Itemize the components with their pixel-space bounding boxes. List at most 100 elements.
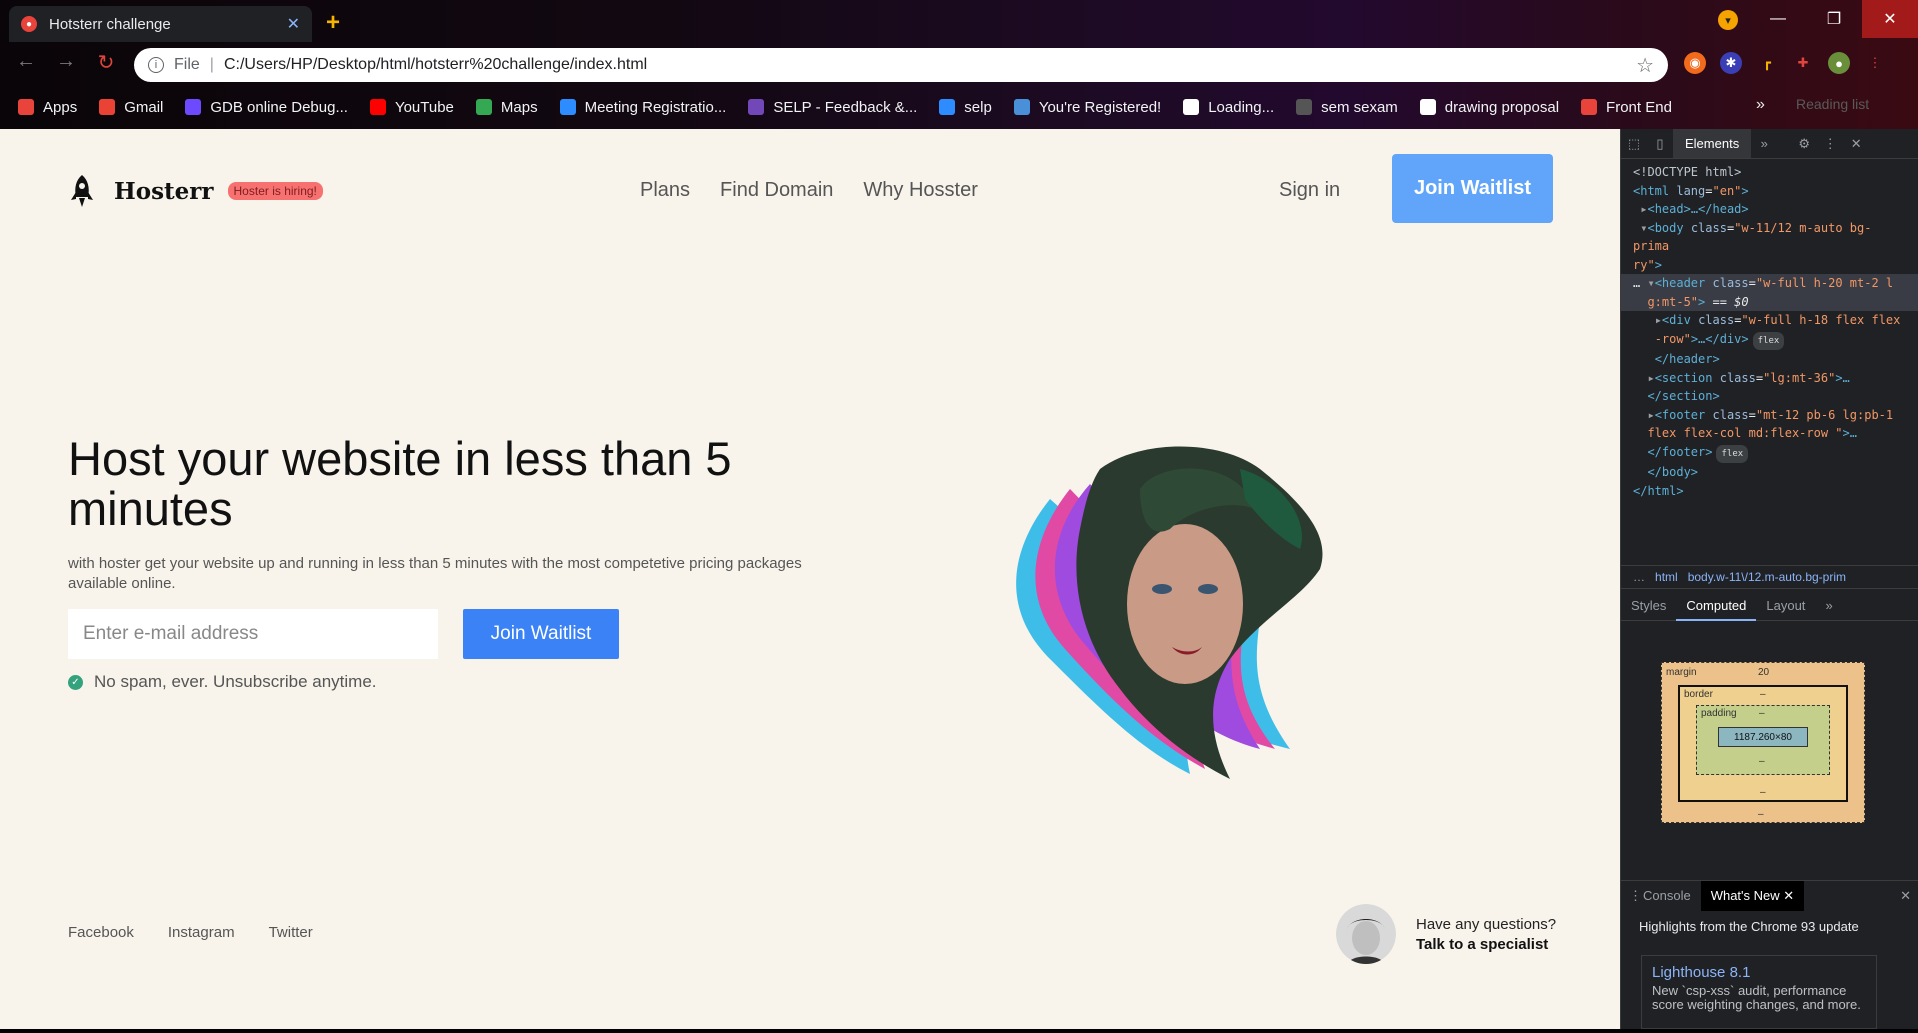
margin-top-value[interactable]: 20 xyxy=(1758,667,1769,678)
breadcrumb-body[interactable]: body.w-11\/12.m-auto.bg-prim xyxy=(1688,570,1846,584)
bookmark-item[interactable]: You're Registered! xyxy=(1013,99,1161,116)
window-close-icon[interactable]: ✕ xyxy=(1862,0,1918,38)
bookmark-item[interactable]: Front End xyxy=(1581,99,1672,116)
bookmark-item[interactable]: Loading... xyxy=(1183,99,1274,116)
padding-bottom-value[interactable]: – xyxy=(1759,756,1765,767)
drawer-close-icon[interactable]: ✕ xyxy=(1900,888,1911,904)
reading-list[interactable]: Reading list xyxy=(1796,96,1869,112)
question-text: Have any questions? xyxy=(1416,915,1557,933)
dom-line[interactable]: ▸<footer class="mt-12 pb-6 lg:pb-1 xyxy=(1633,406,1906,425)
dom-line[interactable]: </section> xyxy=(1633,387,1906,406)
new-tab-icon[interactable]: + xyxy=(326,9,340,37)
talk-specialist-text[interactable]: Talk to a specialist xyxy=(1416,936,1556,953)
settings-gear-icon[interactable]: ⚙ xyxy=(1791,136,1817,152)
bookmark-item[interactable]: SELP - Feedback &... xyxy=(748,99,917,116)
lighthouse-card[interactable]: Lighthouse 8.1 New `csp-xss` audit, perf… xyxy=(1641,955,1877,1029)
join-waitlist-button[interactable]: Join Waitlist xyxy=(463,609,619,659)
devtools-close-icon[interactable]: ✕ xyxy=(1843,136,1869,152)
avatar-icon xyxy=(1296,99,1313,115)
devtools-breadcrumb: … html body.w-11\/12.m-auto.bg-prim xyxy=(1621,565,1918,589)
tab-whats-new[interactable]: What's New ✕ xyxy=(1700,880,1805,911)
dom-line[interactable]: <html lang="en"> xyxy=(1633,182,1906,201)
minimize-icon[interactable]: — xyxy=(1750,0,1806,38)
extensions-puzzle-icon[interactable]: ✚ xyxy=(1792,52,1814,74)
device-toolbar-icon[interactable]: ▯ xyxy=(1647,136,1673,152)
url-text[interactable]: C:/Users/HP/Desktop/html/hotsterr%20chal… xyxy=(224,56,1636,74)
browser-tab[interactable]: ● Hotsterr challenge ✕ xyxy=(9,6,312,42)
extension-orange-icon[interactable]: ◉ xyxy=(1684,52,1706,74)
dom-line[interactable]: -row">…</div> flex xyxy=(1633,330,1906,350)
bookmark-item[interactable]: GDB online Debug... xyxy=(185,99,348,116)
nav-plans[interactable]: Plans xyxy=(640,179,690,202)
bookmark-item[interactable]: YouTube xyxy=(369,99,454,116)
more-tabs-icon[interactable]: » xyxy=(1751,136,1777,151)
devtools-menu-icon[interactable]: ⋮ xyxy=(1817,136,1843,152)
inspect-element-icon[interactable]: ⬚ xyxy=(1621,136,1647,152)
facebook-link[interactable]: Facebook xyxy=(68,924,134,941)
dom-line[interactable]: </html> xyxy=(1633,482,1906,501)
more-bookmarks-icon[interactable]: » xyxy=(1756,96,1765,114)
dom-line[interactable]: </header> xyxy=(1633,350,1906,369)
chrome-favicon-icon: ● xyxy=(21,16,37,32)
talk-to-specialist[interactable]: Have any questions? Talk to a specialist xyxy=(1336,904,1556,964)
back-arrow-icon[interactable]: ← xyxy=(6,50,46,73)
tab-layout[interactable]: Layout xyxy=(1756,598,1815,613)
close-tab-icon[interactable]: ✕ xyxy=(287,14,300,34)
dom-line[interactable]: ▾<body class="w-11/12 m-auto bg-prima xyxy=(1633,219,1906,256)
margin-bottom-value[interactable]: – xyxy=(1758,809,1764,820)
browser-menu-icon[interactable]: ⋮ xyxy=(1864,52,1886,74)
dom-line[interactable]: ▸<head>…</head> xyxy=(1633,200,1906,219)
bookmark-item[interactable]: selp xyxy=(939,99,992,116)
tab-title: Hotsterr challenge xyxy=(49,15,171,33)
bookmark-star-icon[interactable]: ☆ xyxy=(1636,53,1654,78)
dom-line-selected[interactable]: … ▾<header class="w-full h-20 mt-2 l xyxy=(1621,274,1918,293)
bookmark-label: drawing proposal xyxy=(1444,98,1560,116)
extension-badge-icon[interactable]: ✱ xyxy=(1720,52,1742,74)
email-input[interactable] xyxy=(68,609,438,659)
forward-arrow-icon[interactable]: → xyxy=(46,50,86,73)
dom-line[interactable]: ▸<section class="lg:mt-36">… xyxy=(1633,369,1906,388)
logo[interactable]: Hosterr Hoster is hiring! xyxy=(68,174,323,208)
dom-line[interactable]: ry"> xyxy=(1633,256,1906,275)
bookmark-item[interactable]: Meeting Registratio... xyxy=(559,99,726,116)
dom-line-selected[interactable]: g:mt-5"> == $0 xyxy=(1621,292,1918,311)
sign-in-link[interactable]: Sign in xyxy=(1279,179,1340,202)
nav-why-hosster[interactable]: Why Hosster xyxy=(863,179,977,202)
site-info-icon[interactable]: i xyxy=(148,57,164,73)
reload-icon[interactable]: ↻ xyxy=(86,50,126,75)
twitter-link[interactable]: Twitter xyxy=(269,924,313,941)
hiring-badge[interactable]: Hoster is hiring! xyxy=(227,182,323,200)
bookmark-item[interactable]: drawing proposal xyxy=(1419,98,1560,116)
bookmark-item[interactable]: Gmail xyxy=(99,99,163,116)
footer-social-links: Facebook Instagram Twitter xyxy=(68,924,313,941)
profile-menu-icon[interactable]: ▾ xyxy=(1718,10,1738,30)
extension-pin-icon[interactable]: ┏ xyxy=(1756,52,1778,74)
lighthouse-title[interactable]: Lighthouse 8.1 xyxy=(1652,964,1866,981)
bookmark-label: GDB online Debug... xyxy=(210,98,348,116)
dom-line[interactable]: ▸<div class="w-full h-18 flex flex xyxy=(1633,311,1906,330)
padding-top-value[interactable]: – xyxy=(1759,708,1765,719)
join-waitlist-top-button[interactable]: Join Waitlist xyxy=(1392,154,1553,223)
dom-line[interactable]: <!DOCTYPE html> xyxy=(1633,163,1906,182)
content-size[interactable]: 1187.260×80 xyxy=(1718,727,1808,747)
dom-line[interactable]: </body> xyxy=(1633,463,1906,482)
profile-avatar-icon[interactable]: ● xyxy=(1828,52,1850,74)
border-top-value[interactable]: – xyxy=(1760,689,1766,700)
breadcrumb-html[interactable]: html xyxy=(1655,570,1678,584)
tab-elements[interactable]: Elements xyxy=(1673,129,1752,158)
restore-icon[interactable]: ❐ xyxy=(1806,0,1862,38)
bookmark-item[interactable]: sem sexam xyxy=(1296,99,1398,116)
address-bar[interactable]: i File | C:/Users/HP/Desktop/html/hotste… xyxy=(134,48,1668,82)
nav-find-domain[interactable]: Find Domain xyxy=(720,179,833,202)
bookmark-item[interactable]: Apps xyxy=(18,99,77,116)
border-bottom-value[interactable]: – xyxy=(1760,787,1766,798)
tab-styles[interactable]: Styles xyxy=(1621,598,1676,613)
instagram-link[interactable]: Instagram xyxy=(168,924,235,941)
dom-line[interactable]: flex flex-col md:flex-row ">… xyxy=(1633,424,1906,443)
dom-line[interactable]: </footer> flex xyxy=(1633,443,1906,463)
more-subtabs-icon[interactable]: » xyxy=(1815,598,1842,613)
tab-computed[interactable]: Computed xyxy=(1676,590,1757,621)
drawer-menu-icon[interactable]: ⋮ xyxy=(1629,888,1642,904)
bookmark-item[interactable]: Maps xyxy=(475,99,538,116)
dom-tree[interactable]: <!DOCTYPE html> <html lang="en"> ▸<head>… xyxy=(1621,159,1918,504)
